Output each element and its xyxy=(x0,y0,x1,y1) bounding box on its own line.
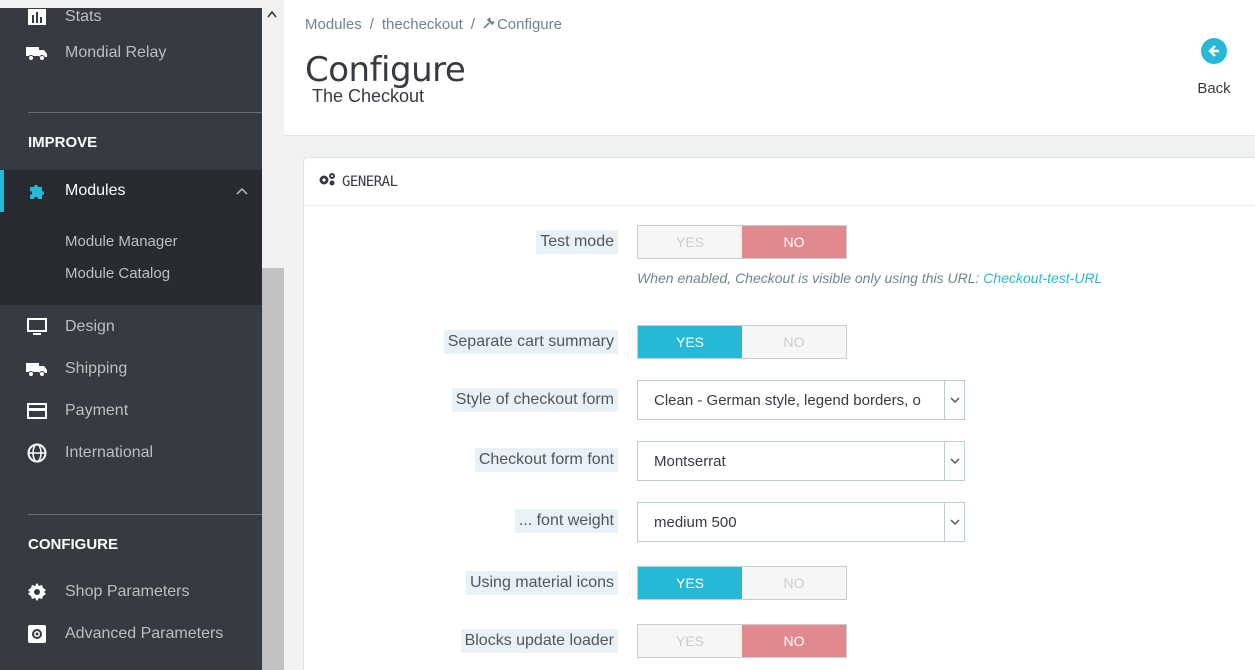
chevron-down-icon xyxy=(944,503,964,541)
sidebar-item-mondial-relay[interactable]: Mondial Relay xyxy=(0,32,262,74)
sidebar-item-label: Design xyxy=(65,318,115,335)
material-icons-label: Using material icons xyxy=(465,571,618,595)
panel-heading: GENERAL xyxy=(304,158,1255,206)
cogs-icon xyxy=(318,172,338,191)
page-subtitle: The Checkout xyxy=(312,86,425,106)
credit-card-icon xyxy=(26,400,48,422)
breadcrumb-thecheckout[interactable]: thecheckout xyxy=(382,16,463,33)
truck-icon xyxy=(26,42,48,64)
gear-icon xyxy=(26,581,48,603)
sidebar-item-design[interactable]: Design xyxy=(0,306,262,348)
breadcrumb-separator: / xyxy=(470,16,475,33)
back-button[interactable]: Back xyxy=(1192,38,1236,97)
sidebar-item-modules[interactable]: Modules xyxy=(0,170,262,212)
breadcrumb: Modules / thecheckout / Configure xyxy=(305,16,562,33)
sidebar-item-label: Advanced Parameters xyxy=(65,625,224,642)
separate-cart-label: Separate cart summary xyxy=(443,330,618,354)
loader-yes[interactable]: YES xyxy=(638,625,742,657)
style-select-value: Clean - German style, legend borders, o xyxy=(654,391,921,409)
monitor-icon xyxy=(26,316,48,338)
globe-icon xyxy=(26,442,48,464)
sidebar-item-label: Shop Parameters xyxy=(65,583,190,600)
sidebar-divider xyxy=(28,112,262,113)
style-select[interactable]: Clean - German style, legend borders, o xyxy=(637,380,965,420)
truck-icon xyxy=(26,358,48,380)
breadcrumb-modules[interactable]: Modules xyxy=(305,16,362,33)
sidebar-section-configure: CONFIGURE xyxy=(28,536,118,553)
scrollbar-thumb[interactable] xyxy=(262,268,284,670)
test-mode-yes[interactable]: YES xyxy=(638,226,742,258)
material-icons-no[interactable]: NO xyxy=(742,567,846,599)
separate-cart-switch[interactable]: YES NO xyxy=(637,325,847,359)
style-label: Style of checkout form xyxy=(451,388,618,412)
page-title: Configure xyxy=(305,50,466,90)
loader-switch[interactable]: YES NO xyxy=(637,624,847,658)
loader-label: Blocks update loader xyxy=(460,629,618,653)
breadcrumb-separator: / xyxy=(369,16,374,33)
panel-title: GENERAL xyxy=(342,173,398,190)
sidebar-item-label: Payment xyxy=(65,402,129,419)
sidebar-item-label: Mondial Relay xyxy=(65,44,167,61)
sidebar-item-label: Modules xyxy=(65,182,126,199)
advanced-gear-icon xyxy=(26,623,48,645)
sidebar-divider xyxy=(28,514,262,515)
font-select-value: Montserrat xyxy=(654,452,726,470)
font-select[interactable]: Montserrat xyxy=(637,441,965,481)
font-label: Checkout form font xyxy=(474,448,618,472)
wrench-icon xyxy=(483,16,495,33)
sidebar-subitem-module-manager[interactable]: Module Manager xyxy=(65,233,178,250)
material-icons-yes[interactable]: YES xyxy=(638,567,742,599)
chevron-down-icon xyxy=(944,381,964,419)
sidebar-item-international[interactable]: International xyxy=(0,432,262,474)
back-label: Back xyxy=(1197,80,1231,97)
arrow-left-circle-icon xyxy=(1201,38,1227,64)
sidebar-section-improve: IMPROVE xyxy=(28,134,98,151)
help-text: When enabled, Checkout is visible only u… xyxy=(637,270,980,286)
font-weight-label: ... font weight xyxy=(514,509,618,533)
loader-no[interactable]: NO xyxy=(742,625,846,657)
chevron-down-icon xyxy=(944,442,964,480)
test-mode-no[interactable]: NO xyxy=(742,226,846,258)
sidebar-item-shop-parameters[interactable]: Shop Parameters xyxy=(0,571,262,613)
separate-cart-no[interactable]: NO xyxy=(742,326,846,358)
font-weight-select[interactable]: medium 500 xyxy=(637,502,965,542)
font-weight-select-value: medium 500 xyxy=(654,513,737,531)
sidebar: Stats Mondial Relay IMPROVE Modules Modu… xyxy=(0,8,262,670)
checkout-test-url-link[interactable]: Checkout-test-URL xyxy=(983,270,1102,286)
separate-cart-yes[interactable]: YES xyxy=(638,326,742,358)
breadcrumb-configure: Configure xyxy=(496,16,562,33)
sidebar-item-advanced-parameters[interactable]: Advanced Parameters xyxy=(0,613,262,655)
test-mode-label: Test mode xyxy=(536,230,618,254)
chevron-up-icon xyxy=(236,184,248,198)
stats-icon xyxy=(26,6,48,28)
sidebar-item-label: Shipping xyxy=(65,360,128,377)
sidebar-item-label: Stats xyxy=(65,8,102,25)
sidebar-item-payment[interactable]: Payment xyxy=(0,390,262,432)
material-icons-switch[interactable]: YES NO xyxy=(637,566,847,600)
sidebar-item-label: International xyxy=(65,444,154,461)
scroll-up-arrow-icon[interactable] xyxy=(266,8,278,22)
sidebar-subitem-module-catalog[interactable]: Module Catalog xyxy=(65,265,170,282)
sidebar-item-shipping[interactable]: Shipping xyxy=(0,348,262,390)
test-mode-switch[interactable]: YES NO xyxy=(637,225,847,259)
test-mode-help: When enabled, Checkout is visible only u… xyxy=(637,270,1102,286)
puzzle-icon xyxy=(26,180,48,202)
